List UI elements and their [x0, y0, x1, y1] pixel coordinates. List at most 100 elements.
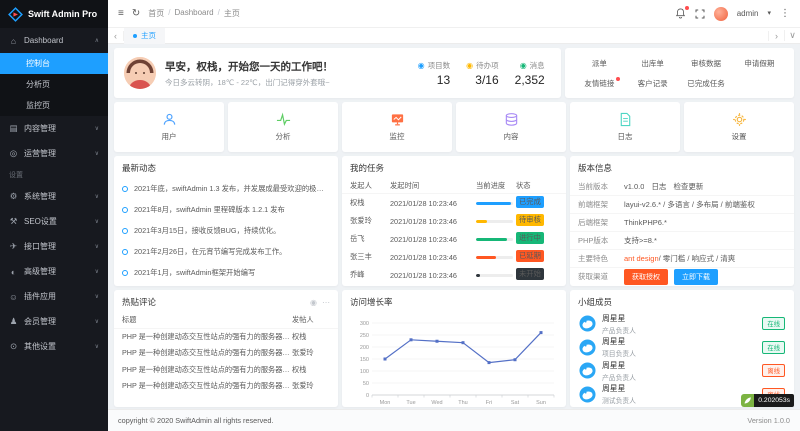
timeline-dot-icon — [122, 228, 128, 234]
list-item[interactable]: 2021年8月，swiftAdmin 里程碑版本 1.2.1 发布 — [114, 199, 338, 220]
list-item[interactable]: 2021年3月15日，接收反馈BUG，持续优化。 — [114, 220, 338, 241]
fullscreen-icon[interactable] — [695, 9, 705, 19]
refresh-icon[interactable]: ↻ — [132, 9, 140, 19]
breadcrumb: 首页 / Dashboard / 主页 — [148, 8, 240, 19]
list-item[interactable]: 2021年底，swiftAdmin 1.3 发布，并发展成最受欢迎的极速开发框架… — [114, 178, 338, 199]
table-row[interactable]: PHP 是一种创建动态交互性站点的强有力的服务器端脚本语言 权栈 — [114, 329, 338, 346]
task-progress-track — [476, 238, 513, 241]
changelog-link[interactable]: 日志 — [651, 181, 666, 192]
quick-link-customer-records[interactable]: 客户记录 — [626, 78, 679, 89]
tab-home[interactable]: 主页 — [124, 28, 165, 44]
table-row[interactable]: PHP 是一种创建动态交互性站点的强有力的服务器端脚本语言 张爱玲 — [114, 345, 338, 362]
check-update-link[interactable]: 检查更新 — [673, 181, 703, 192]
table-row[interactable]: 权栈 2021/01/28 10:23:46 已完成 — [342, 194, 566, 212]
list-item[interactable]: 周星星 产品负责人 离线 — [570, 359, 794, 383]
shortcut-settings[interactable]: 设置 — [684, 102, 794, 152]
sidebar-item-label: 会员管理 — [24, 316, 89, 327]
app-logo[interactable]: Swift Admin Pro — [0, 0, 108, 28]
list-item[interactable]: 2021年2月26日，在元宵节编写完成发布工作。 — [114, 241, 338, 262]
table-row[interactable]: PHP 是一种创建动态交互性站点的强有力的服务器端脚本语言 张爱玲 — [114, 378, 338, 395]
svg-text:250: 250 — [360, 333, 369, 339]
breadcrumb-separator: / — [168, 8, 170, 19]
avatar[interactable] — [714, 7, 728, 21]
table-row[interactable]: 岳飞 2021/01/28 10:23:46 进行中 — [342, 230, 566, 248]
more-options-icon[interactable]: ⋮ — [780, 9, 790, 19]
sidebar-item-content-mgmt[interactable]: ▤ 内容管理 ∨ — [0, 116, 108, 141]
trace-leaf-icon — [741, 394, 754, 407]
quick-link-completed-tasks[interactable]: 已完成任务 — [679, 78, 732, 89]
panel-dot-icon[interactable]: ◉ — [310, 298, 317, 307]
username[interactable]: admin — [737, 9, 759, 18]
quick-link-label: 友情链接 — [584, 79, 614, 88]
chevron-down-icon: ∨ — [95, 243, 99, 250]
member-info: 周星星 项目负责人 — [602, 336, 636, 358]
chevron-down-icon: ∨ — [95, 268, 99, 275]
stat-value: 13 — [437, 73, 450, 87]
shortcut-monitor[interactable]: 监控 — [342, 102, 452, 152]
panel-more-icon[interactable]: ⋯ — [322, 298, 330, 307]
list-item[interactable]: 2021年1月，swiftAdmin框架开始编写 — [114, 262, 338, 283]
sidebar-item-plugin-apps[interactable]: ☺ 插件应用 ∨ — [0, 284, 108, 309]
quick-link-dispatch[interactable]: 派单 — [573, 58, 626, 69]
download-button[interactable]: 立即下载 — [674, 269, 718, 285]
tab-menu-icon[interactable]: ∨ — [784, 30, 800, 41]
quick-link-leave-request[interactable]: 申请假期 — [733, 58, 786, 69]
debug-time-badge[interactable]: 0.202053s — [741, 394, 794, 407]
sidebar-subitem-analysis[interactable]: 分析页 — [0, 74, 108, 95]
table-row[interactable]: 张三丰 2021/01/28 10:23:46 已延期 — [342, 248, 566, 266]
menu-glyph-icon: ⚙ — [9, 191, 18, 202]
timeline-dot-icon — [122, 270, 128, 276]
sidebar-subitem-monitor[interactable]: 监控页 — [0, 95, 108, 116]
svg-text:100: 100 — [360, 369, 369, 375]
field-value: layui-v2.6.* / 多语言 / 多布局 / 前端鉴权 — [624, 199, 755, 210]
list-item[interactable]: 周星星 产品负责人 在线 — [570, 312, 794, 336]
sidebar-item-advanced-mgmt[interactable]: ◐ 高级管理 ∨ — [0, 259, 108, 284]
member-name: 周星星 — [602, 383, 636, 394]
page-content: 早安，权栈，开始您一天的工作吧！ 今日多云转阴，18℃ - 22℃，出门记得穿外… — [108, 44, 800, 409]
task-initiator: 张三丰 — [350, 252, 390, 262]
tab-scroll-left-icon[interactable]: ‹ — [108, 31, 124, 41]
table-row[interactable]: 张爱玲 2021/01/28 10:23:46 待审核 — [342, 212, 566, 230]
breadcrumb-separator: / — [218, 8, 220, 19]
sidebar-item-operation-mgmt[interactable]: ◎ 运营管理 ∨ — [0, 141, 108, 166]
caret-down-icon[interactable]: ▾ — [767, 10, 771, 17]
sidebar-subitem-console[interactable]: 控制台 — [0, 53, 108, 74]
sidebar-item-seo-settings[interactable]: ⚒ SEO设置 ∨ — [0, 209, 108, 234]
member-avatar — [579, 362, 596, 379]
shortcut-logs[interactable]: 日志 — [570, 102, 680, 152]
sidebar-item-other-settings[interactable]: ⊙ 其他设置 ∨ — [0, 334, 108, 359]
field-value: / 零门槛 / 响应式 / 清爽 — [659, 253, 736, 264]
tab-scroll-right-icon[interactable]: › — [768, 31, 784, 41]
breadcrumb-home[interactable]: 首页 — [148, 8, 164, 19]
notifications-button[interactable] — [675, 8, 686, 19]
quick-link-outbound[interactable]: 出库单 — [626, 58, 679, 69]
notification-dot — [685, 6, 689, 10]
panel-title: 最新动态 — [114, 156, 338, 178]
sidebar-group-top: ▤ 内容管理 ∨ ◎ 运营管理 ∨ — [0, 116, 108, 166]
quick-link-review-data[interactable]: 审核数据 — [679, 58, 732, 69]
sidebar-item-system-mgmt[interactable]: ⚙ 系统管理 ∨ — [0, 184, 108, 209]
shortcut-content[interactable]: 内容 — [456, 102, 566, 152]
version-row-channel: 获取渠道 获取授权 立即下载 — [570, 268, 794, 286]
collapse-sidebar-icon[interactable]: ≡ — [118, 9, 124, 19]
task-progress-fill — [476, 238, 507, 241]
table-row[interactable]: PHP 是一种创建动态交互性站点的强有力的服务器端脚本语言 权栈 — [114, 362, 338, 379]
sidebar-item-label: SEO设置 — [24, 216, 89, 227]
version-row-backend: 后端框架 ThinkPHP6.* — [570, 214, 794, 232]
sidebar-item-member-mgmt[interactable]: ♟ 会员管理 ∨ — [0, 309, 108, 334]
chevron-down-icon: ∨ — [95, 293, 99, 300]
member-avatar — [579, 386, 596, 403]
breadcrumb-dashboard[interactable]: Dashboard — [174, 8, 213, 19]
growth-chart-panel: 访问增长率 050100150200250300MonTueWedThuFriS… — [342, 290, 566, 407]
table-row[interactable]: 乔峰 2021/01/28 10:23:46 未开始 — [342, 266, 566, 284]
member-status-badge: 在线 — [762, 341, 785, 354]
field-label: 后端框架 — [578, 217, 624, 228]
sidebar-item-label: 高级管理 — [24, 266, 89, 277]
quick-link-friend-links[interactable]: 友情链接 — [573, 78, 626, 89]
shortcut-analysis[interactable]: 分析 — [228, 102, 338, 152]
shortcut-users[interactable]: 用户 — [114, 102, 224, 152]
sidebar-item-api-mgmt[interactable]: ✈ 接口管理 ∨ — [0, 234, 108, 259]
list-item[interactable]: 周星星 项目负责人 在线 — [570, 336, 794, 360]
get-license-button[interactable]: 获取授权 — [624, 269, 668, 285]
sidebar-item-dashboard[interactable]: ⌂ Dashboard ∧ — [0, 28, 108, 53]
